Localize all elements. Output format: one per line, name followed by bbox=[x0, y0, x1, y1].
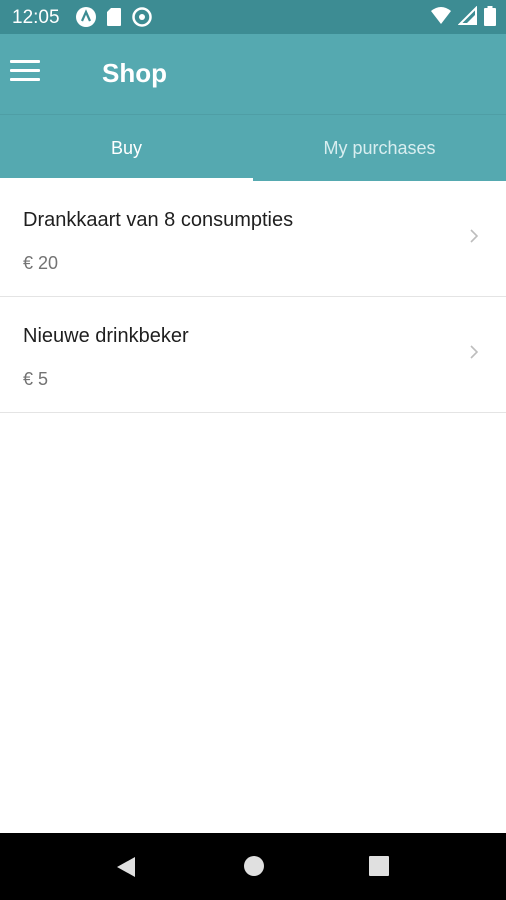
page-title: Shop bbox=[102, 58, 167, 88]
item-title: Nieuwe drinkbeker bbox=[23, 325, 189, 347]
home-icon[interactable] bbox=[243, 855, 265, 877]
wifi-icon bbox=[431, 7, 451, 24]
data-saver-icon bbox=[132, 7, 152, 27]
tab-bar: Buy My purchases bbox=[0, 114, 506, 181]
sd-card-icon bbox=[107, 8, 121, 26]
item-price: € 20 bbox=[23, 253, 59, 273]
back-icon[interactable] bbox=[115, 855, 137, 879]
chevron-right-icon bbox=[470, 229, 478, 243]
chevron-right-icon bbox=[470, 345, 478, 359]
status-time: 12:05 bbox=[12, 7, 60, 28]
tab-my-purchases[interactable]: My purchases bbox=[253, 115, 506, 181]
status-icons-left bbox=[75, 6, 153, 28]
battery-icon bbox=[484, 6, 496, 26]
tab-buy[interactable]: Buy bbox=[0, 115, 253, 181]
a-icon bbox=[76, 7, 96, 27]
status-bar: 12:05 bbox=[0, 0, 506, 34]
hamburger-menu-icon bbox=[10, 60, 40, 81]
list-item[interactable]: Drankkaart van 8 consumpties € 20 bbox=[0, 181, 506, 297]
product-list: Drankkaart van 8 consumpties € 20 Nieuwe… bbox=[0, 181, 506, 413]
signal-icon bbox=[458, 6, 477, 25]
app-bar: Shop bbox=[0, 34, 506, 114]
recents-icon[interactable] bbox=[369, 856, 389, 876]
item-price: € 5 bbox=[23, 369, 49, 389]
item-title: Drankkaart van 8 consumpties bbox=[23, 209, 294, 231]
status-icons-right bbox=[430, 6, 496, 26]
menu-button[interactable] bbox=[10, 60, 40, 86]
list-item[interactable]: Nieuwe drinkbeker € 5 bbox=[0, 297, 506, 413]
navigation-bar bbox=[0, 833, 506, 900]
